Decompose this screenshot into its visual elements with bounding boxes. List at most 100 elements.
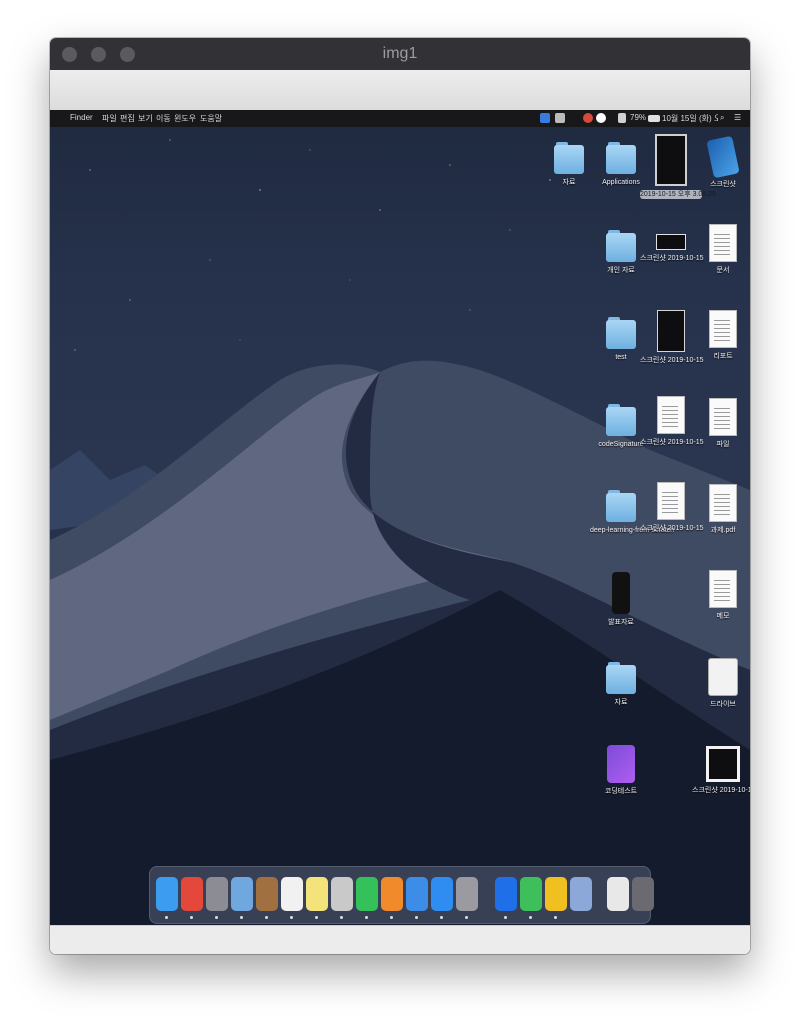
desktop-icon-drive[interactable]: 드라이브 bbox=[692, 658, 750, 709]
icon-label: 메모 bbox=[716, 613, 730, 620]
icon-label: 2019-10-15 오후 3.08.25 bbox=[640, 190, 716, 199]
desktop-icon-doc[interactable]: 과제.pdf bbox=[692, 484, 750, 535]
running-indicator bbox=[415, 916, 418, 919]
running-indicator bbox=[529, 916, 532, 919]
control-center-icon[interactable]: ☰ bbox=[734, 113, 741, 122]
photos-icon[interactable] bbox=[331, 877, 353, 911]
desktop-icon-app[interactable]: 코딩테스트 bbox=[590, 745, 652, 796]
desktop-icon-doc[interactable]: 파일 bbox=[692, 398, 750, 449]
desktop-screenshot: Finder 파일 편집 보기 이동 윈도우 도움말 79% 10월 15일 (… bbox=[50, 110, 750, 925]
folder-icon bbox=[554, 140, 584, 174]
search-icon[interactable]: ⌕ bbox=[720, 113, 724, 123]
window-bottom-bar bbox=[50, 925, 750, 954]
running-indicator bbox=[240, 916, 243, 919]
running-indicator bbox=[440, 916, 443, 919]
icon-label: 과제.pdf bbox=[710, 527, 736, 534]
icon-label: 드라이브 bbox=[710, 701, 736, 708]
screenshot-thumbnail-icon bbox=[655, 134, 687, 186]
image-capture-icon[interactable] bbox=[570, 877, 592, 911]
keynote-icon[interactable] bbox=[406, 877, 428, 911]
icon-label: 자료 bbox=[614, 699, 628, 706]
books-icon[interactable] bbox=[381, 877, 403, 911]
clock[interactable]: 10월 15일 (화) 오후 3:11 bbox=[662, 113, 718, 124]
screenshot-thumbnail-icon bbox=[657, 310, 685, 352]
icon-label: 개인 자료 bbox=[607, 267, 635, 274]
icon-label: 리포트 bbox=[713, 353, 733, 360]
menu-window[interactable]: 윈도우 bbox=[174, 113, 196, 124]
app-window: img1 Finder 파일 편집 보기 이동 윈도우 도움말 79% 10월 … bbox=[50, 38, 750, 954]
document-icon bbox=[709, 484, 737, 522]
folder-icon bbox=[606, 488, 636, 522]
pycharm-icon[interactable] bbox=[520, 877, 542, 911]
desktop-icon-app[interactable]: 스크린샷 bbox=[692, 135, 750, 189]
running-indicator bbox=[340, 916, 343, 919]
icon-label: 파일 bbox=[716, 441, 730, 448]
calendar-icon[interactable] bbox=[281, 877, 303, 911]
running-indicator bbox=[165, 916, 168, 919]
running-indicator bbox=[365, 916, 368, 919]
folder-icon bbox=[606, 315, 636, 349]
dock bbox=[149, 866, 654, 924]
document-icon bbox=[709, 398, 737, 436]
desktop-icon-doc[interactable]: 리포트 bbox=[692, 310, 750, 361]
running-indicator bbox=[265, 916, 268, 919]
menu-edit[interactable]: 편집 bbox=[120, 113, 135, 124]
screenshot-thumbnail-icon bbox=[656, 234, 686, 250]
icon-label: 발표자료 bbox=[608, 619, 634, 626]
dropbox-icon[interactable] bbox=[596, 113, 606, 123]
folder-icon bbox=[606, 228, 636, 262]
window-title: img1 bbox=[382, 45, 418, 62]
menu-view[interactable]: 보기 bbox=[138, 113, 153, 124]
contact-photo-icon[interactable] bbox=[607, 877, 629, 911]
preview-icon[interactable] bbox=[231, 877, 253, 911]
finder-icon[interactable] bbox=[156, 877, 178, 911]
notes-icon[interactable] bbox=[306, 877, 328, 911]
screenshot-thumbnail-icon bbox=[706, 746, 740, 782]
security-icon[interactable] bbox=[555, 113, 565, 123]
running-indicator bbox=[390, 916, 393, 919]
person-icon bbox=[612, 572, 630, 614]
menu-help[interactable]: 도움말 bbox=[200, 113, 222, 124]
menu-finder[interactable]: Finder bbox=[70, 113, 93, 122]
facetime-icon[interactable] bbox=[356, 877, 378, 911]
running-indicator bbox=[315, 916, 318, 919]
drive-icon bbox=[708, 658, 738, 696]
record-icon[interactable] bbox=[583, 113, 593, 123]
running-indicator bbox=[465, 916, 468, 919]
icon-label: 스크린샷 2019-10-15 bbox=[692, 787, 750, 794]
desktop-icon-app[interactable]: 발표자료 bbox=[590, 572, 652, 627]
running-indicator bbox=[190, 916, 193, 919]
battery-icon[interactable] bbox=[648, 115, 660, 122]
battery-percent: 79% bbox=[630, 113, 647, 122]
launchpad-icon[interactable] bbox=[206, 877, 228, 911]
teamviewer-icon[interactable] bbox=[495, 877, 517, 911]
icon-label: 스크린샷 bbox=[710, 181, 736, 188]
sublime-icon[interactable] bbox=[545, 877, 567, 911]
desktop-icon-screenshot[interactable]: 스크린샷 2019-10-15 bbox=[692, 746, 750, 795]
folder-icon bbox=[606, 402, 636, 436]
desktop-icon-doc[interactable]: 문서 bbox=[692, 224, 750, 275]
folder-icon bbox=[606, 660, 636, 694]
desktop-icon-folder[interactable]: 자료 bbox=[590, 660, 652, 707]
xcode-icon bbox=[706, 135, 740, 179]
document-icon bbox=[709, 570, 737, 608]
running-indicator bbox=[290, 916, 293, 919]
folder-icon bbox=[606, 140, 636, 174]
icon-label: 코딩테스트 bbox=[604, 788, 638, 795]
menu-file[interactable]: 파일 bbox=[102, 113, 117, 124]
toolbar bbox=[50, 70, 750, 111]
running-indicator bbox=[215, 916, 218, 919]
trash-icon[interactable] bbox=[632, 877, 654, 911]
chrome-icon[interactable] bbox=[181, 877, 203, 911]
bluetooth-icon[interactable] bbox=[540, 113, 550, 123]
app-store-icon[interactable] bbox=[431, 877, 453, 911]
icon-label: 문서 bbox=[716, 267, 730, 274]
running-indicator bbox=[504, 916, 507, 919]
menu-go[interactable]: 이동 bbox=[156, 113, 171, 124]
notes-book-icon[interactable] bbox=[256, 877, 278, 911]
desktop-icon-doc[interactable]: 메모 bbox=[692, 570, 750, 621]
document-icon bbox=[709, 224, 737, 262]
wifi-icon[interactable] bbox=[618, 113, 626, 123]
system-preferences-icon[interactable] bbox=[456, 877, 478, 911]
document-icon bbox=[657, 396, 685, 434]
